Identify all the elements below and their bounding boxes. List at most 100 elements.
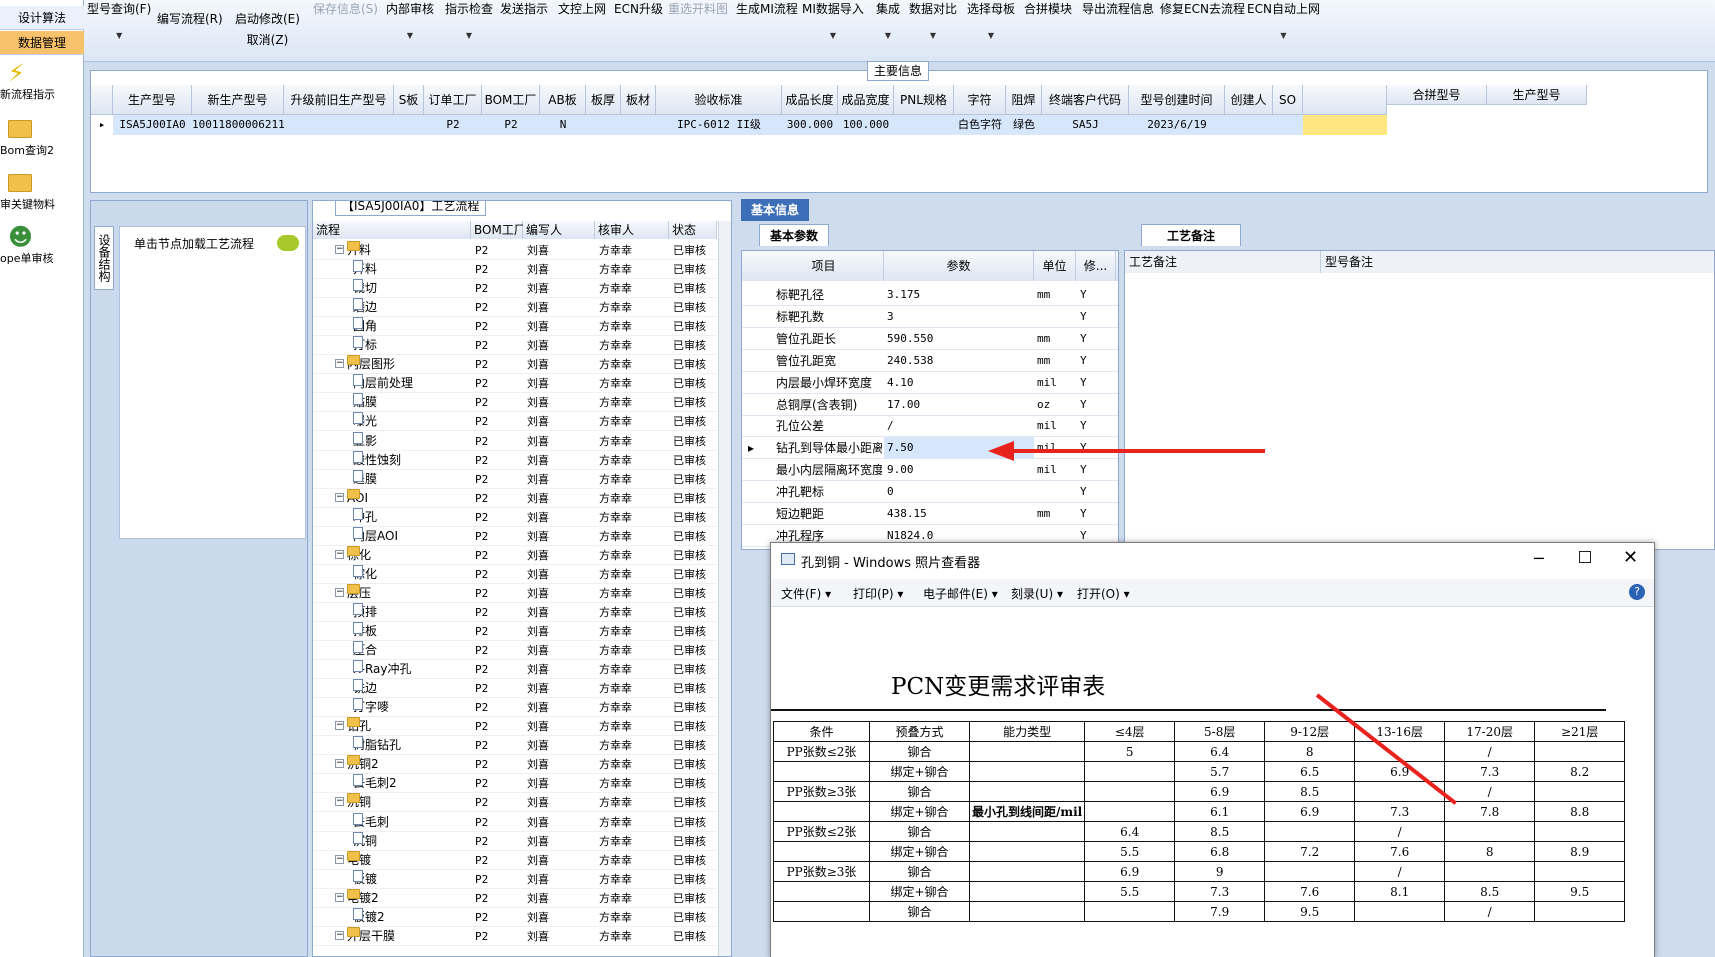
process-tree-row[interactable]: 压合 P2 刘喜 方幸幸 已审核 [313, 641, 717, 661]
params-col-header[interactable]: 项目 [764, 251, 884, 281]
main-col-header[interactable]: 板厚 [586, 85, 621, 115]
process-tree-row[interactable]: 内层AOI P2 刘喜 方幸幸 已审核 [313, 526, 717, 546]
toolbar-item-11[interactable]: MI数据导入 ▼ [802, 0, 864, 40]
toolbar-item-7[interactable]: 文控上网 [558, 0, 606, 17]
process-tree-row[interactable]: 圆角 P2 刘喜 方幸幸 已审核 [313, 317, 717, 337]
main-cell[interactable]: N [540, 115, 586, 135]
process-tree-row[interactable]: − 沉铜2 P2 刘喜 方幸幸 已审核 [313, 755, 717, 775]
param-row[interactable]: 冲孔靶标 0 Y [742, 481, 1118, 504]
toolbar-item-6[interactable]: 发送指示 [500, 0, 548, 17]
main-cell[interactable] [894, 115, 954, 135]
side-col-header[interactable]: 合拼型号 [1387, 85, 1487, 105]
toolbar-item-2[interactable]: 启动修改(E) 取消(Z) [235, 10, 300, 48]
toolbar-item-3[interactable]: 保存信息(S) [313, 0, 378, 17]
main-cell[interactable]: ISA5J00IA0 [113, 115, 192, 135]
maximize-icon[interactable] [1579, 551, 1591, 563]
params-col-header[interactable]: 修... [1076, 251, 1116, 281]
process-tree-row[interactable]: 排板 P2 刘喜 方幸幸 已审核 [313, 622, 717, 641]
close-icon[interactable]: ✕ [1623, 547, 1638, 568]
nav-data-management[interactable]: 数据管理 [0, 31, 84, 55]
nav-bom-query2[interactable]: Bom查询2 [0, 112, 84, 166]
process-tree-row[interactable]: −电镀 P2 刘喜 方幸幸 已审核 [313, 850, 717, 870]
process-tree-row[interactable]: 树脂钻孔 P2 刘喜 方幸幸 已审核 [313, 736, 717, 756]
main-col-header[interactable]: 升级前旧生产型号 [284, 85, 394, 115]
process-tree-row[interactable]: 显影 P2 刘喜 方幸幸 已审核 [313, 431, 717, 451]
process-tree-row[interactable]: 退膜 P2 刘喜 方幸幸 已审核 [313, 469, 717, 489]
param-value[interactable]: 240.538 [884, 350, 1034, 372]
process-tree-row[interactable]: 曝光 P2 刘喜 方幸幸 已审核 [313, 412, 717, 432]
collapse-toggle-icon[interactable]: − [335, 245, 344, 254]
param-row[interactable]: 管位孔距长 590.550 mm Y [742, 328, 1118, 350]
param-value[interactable]: 4.10 [884, 372, 1034, 394]
params-col-header[interactable]: 单位 [1034, 251, 1076, 281]
process-tree-row[interactable]: 内层前处理 P2 刘喜 方幸幸 已审核 [313, 374, 717, 394]
main-col-header[interactable]: SO [1273, 85, 1303, 115]
process-tree-row[interactable]: 裁切 P2 刘喜 方幸幸 已审核 [313, 279, 717, 299]
process-col-header[interactable]: 流程 [313, 221, 471, 239]
process-tree-row[interactable]: 棕化 P2 刘喜 方幸幸 已审核 [313, 564, 717, 584]
main-col-header[interactable]: 新生产型号 [192, 85, 284, 115]
process-tree-row[interactable]: 铣边 P2 刘喜 方幸幸 已审核 [313, 679, 717, 699]
main-cell[interactable]: 300.000 [782, 115, 838, 135]
main-col-header[interactable]: 字符 [954, 85, 1006, 115]
process-tree-row[interactable]: −开料 P2 刘喜 方幸幸 已审核 [313, 241, 717, 260]
main-col-header[interactable]: 验收标准 [656, 85, 782, 115]
collapse-toggle-icon[interactable]: − [335, 359, 344, 369]
viewer-menu-item[interactable]: 文件(F) ▾ [781, 585, 831, 602]
main-cell[interactable] [1225, 115, 1273, 135]
process-tree-row[interactable]: X-Ray冲孔 P2 刘喜 方幸幸 已审核 [313, 660, 717, 680]
toolbar-item-18[interactable]: ECN自动上网 ▼ [1247, 0, 1320, 40]
main-cell[interactable] [586, 115, 621, 135]
main-cell[interactable]: IPC-6012 II级 [656, 115, 782, 135]
process-tree-row[interactable]: −沉铜 P2 刘喜 方幸幸 已审核 [313, 793, 717, 813]
main-col-header[interactable]: AB板 [540, 85, 586, 115]
toolbar-item-5[interactable]: 指示检查 ▼ [445, 0, 493, 40]
param-row[interactable]: 标靶孔径 3.175 mm Y [742, 284, 1118, 306]
collapse-toggle-icon[interactable]: − [335, 797, 344, 807]
params-col-header[interactable]: 参数 [884, 251, 1034, 281]
nav-flow-instruction[interactable]: ⚡ 新流程指示 [0, 56, 84, 110]
main-cell[interactable] [621, 115, 656, 135]
process-col-header[interactable]: BOM工厂 [471, 221, 526, 239]
toolbar-item-8[interactable]: ECN升级 [614, 0, 663, 17]
main-col-header[interactable]: BOM工厂 [482, 85, 540, 115]
process-tree-row[interactable]: 酸性蚀刻 P2 刘喜 方幸幸 已审核 [313, 450, 717, 470]
main-cell[interactable] [394, 115, 424, 135]
nav-design-algorithm[interactable]: 设计算法 [0, 6, 84, 30]
main-col-header[interactable]: 订单工厂 [424, 85, 482, 115]
main-col-header[interactable]: 型号创建时间 [1129, 85, 1225, 115]
toolbar-item-10[interactable]: 生成MI流程 [736, 0, 798, 17]
main-cell[interactable]: P2 [424, 115, 482, 135]
toolbar-item-1[interactable]: 编写流程(R) [157, 10, 223, 27]
param-value[interactable]: 0 [884, 481, 1034, 503]
process-tree-row[interactable]: − 外层干膜 P2 刘喜 方幸幸 已审核 [313, 926, 717, 946]
nav-key-material[interactable]: 审关键物料 [0, 166, 84, 220]
param-value[interactable]: 3 [884, 306, 1034, 328]
minimize-icon[interactable]: ─ [1534, 549, 1544, 568]
param-row[interactable]: 最小内层隔离环宽度 9.00 mil Y [742, 459, 1118, 482]
viewer-menu-item[interactable]: 打开(O) ▾ [1077, 585, 1130, 602]
process-col-header[interactable]: 核审人 [595, 221, 669, 239]
param-row[interactable]: 管位孔距宽 240.538 mm Y [742, 350, 1118, 372]
param-row[interactable]: 标靶孔数 3 Y [742, 306, 1118, 328]
param-row[interactable]: 内层最小焊环宽度 4.10 mil Y [742, 372, 1118, 394]
collapse-toggle-icon[interactable]: − [335, 721, 344, 731]
process-tree-row[interactable]: 磨边 P2 刘喜 方幸幸 已审核 [313, 298, 717, 318]
tab-basic-params[interactable]: 基本参数 [759, 224, 830, 246]
process-tree-row[interactable]: − 电镀2 P2 刘喜 方幸幸 已审核 [313, 888, 717, 908]
process-tree-row[interactable]: 贴膜 P2 刘喜 方幸幸 已审核 [313, 393, 717, 413]
help-icon[interactable]: ? [1629, 584, 1645, 600]
tab-equipment-structure[interactable]: 设备结构 [94, 226, 114, 290]
main-col-header[interactable]: 成品长度 [782, 85, 838, 115]
collapse-toggle-icon[interactable]: − [335, 930, 344, 940]
collapse-toggle-icon[interactable]: − [335, 854, 344, 864]
viewer-menu-item[interactable]: 打印(P) ▾ [853, 585, 903, 602]
process-tree-row[interactable]: 去毛刺2 P2 刘喜 方幸幸 已审核 [313, 774, 717, 794]
toolbar-item-16[interactable]: 导出流程信息 [1082, 0, 1154, 17]
main-cell[interactable] [284, 115, 394, 135]
process-tree-row[interactable]: − 内层图形 P2 刘喜 方幸幸 已审核 [313, 355, 717, 375]
process-tree-row[interactable]: 打标 P2 刘喜 方幸幸 已审核 [313, 336, 717, 356]
main-col-header[interactable]: 成品宽度 [838, 85, 894, 115]
process-tree-row[interactable]: −层压 P2 刘喜 方幸幸 已审核 [313, 583, 717, 603]
param-value[interactable]: / [884, 415, 1034, 437]
